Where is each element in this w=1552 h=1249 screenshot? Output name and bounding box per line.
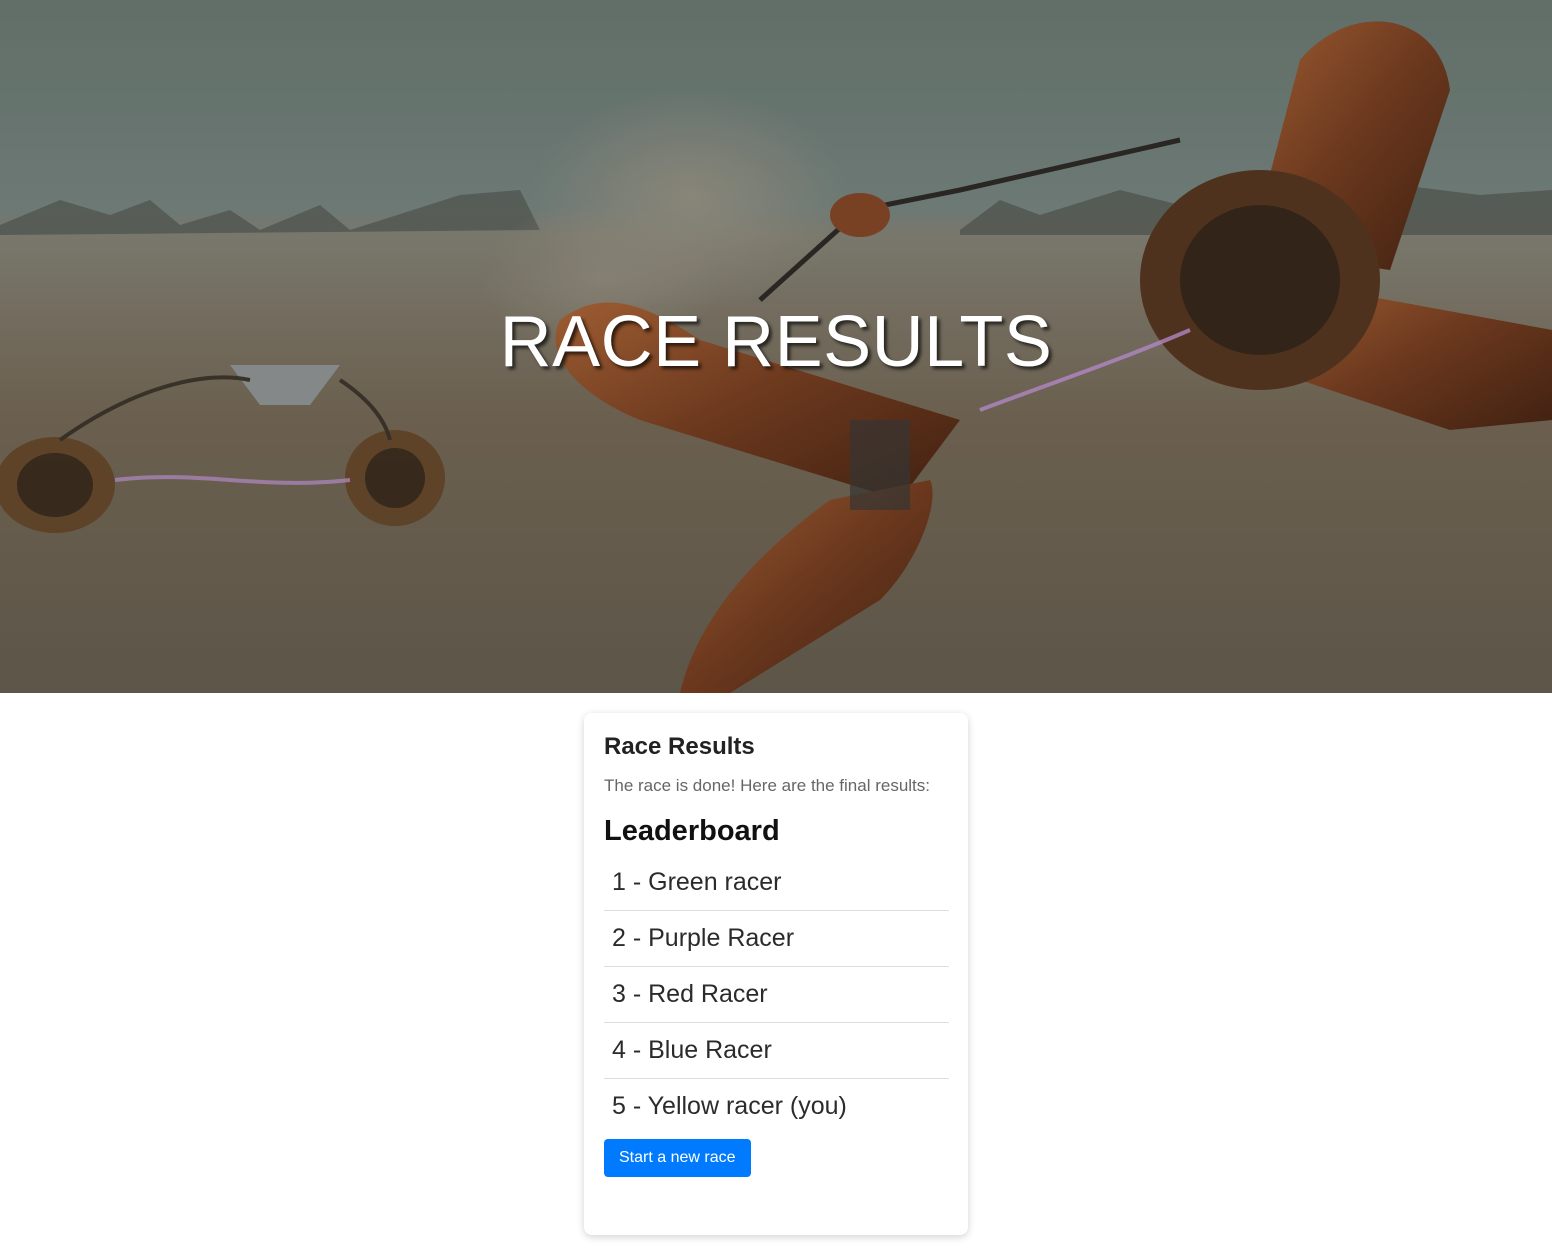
leaderboard-item: 2 - Purple Racer xyxy=(604,911,949,967)
leaderboard-heading: Leaderboard xyxy=(604,815,780,847)
leaderboard-item: 5 - Yellow racer (you) xyxy=(612,1092,847,1120)
results-card: Race Results The race is done! Here are … xyxy=(584,713,968,1235)
leaderboard-item: 1 - Green racer xyxy=(604,855,949,911)
leaderboard-item: 4 - Blue Racer xyxy=(604,1023,949,1079)
hero-title: RACE RESULTS xyxy=(499,302,1053,382)
leaderboard-item: 3 - Red Racer xyxy=(604,967,949,1023)
card-title: Race Results xyxy=(604,733,755,760)
leaderboard-list: 1 - Green racer 2 - Purple Racer 3 - Red… xyxy=(604,855,949,1134)
start-new-race-button[interactable]: Start a new race xyxy=(604,1139,751,1177)
card-description: The race is done! Here are the final res… xyxy=(604,776,930,795)
hero-banner: RACE RESULTS xyxy=(0,0,1552,693)
